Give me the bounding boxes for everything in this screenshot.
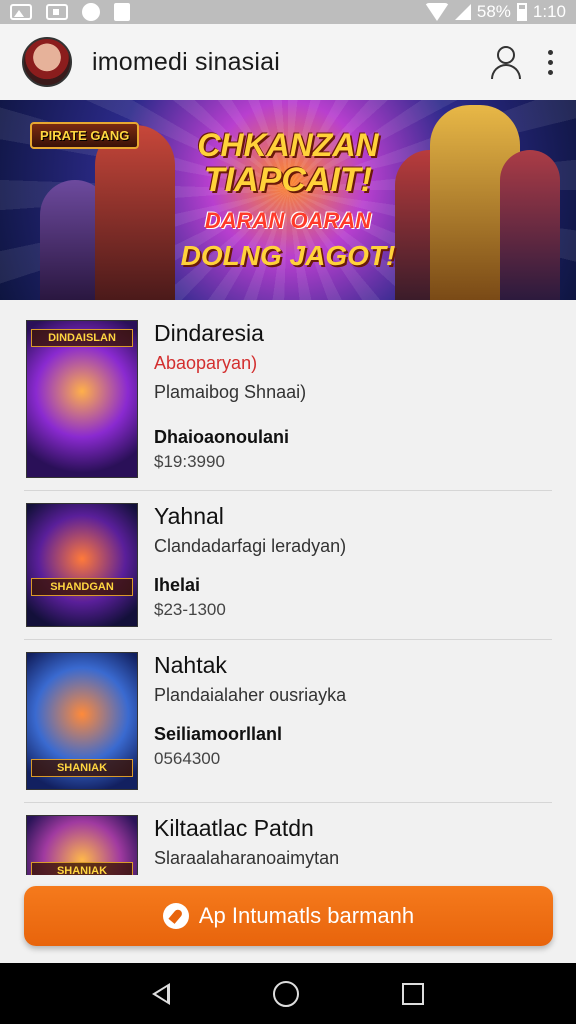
thumbnail-logo: SHANIAK (31, 759, 133, 777)
app-bar: imomedi sinasiai (0, 24, 576, 100)
game-name[interactable]: Yahnal (154, 503, 550, 530)
banner-character (95, 125, 175, 300)
banner-line-3: DARAN OARAN (204, 208, 372, 233)
game-thumbnail[interactable]: SHANIAK (26, 652, 138, 790)
game-subtitle: Plandaialaher ousriayka (154, 685, 347, 705)
more-options-icon[interactable] (546, 49, 554, 75)
app-actions (488, 44, 554, 80)
system-indicators: 58% 1:10 (424, 2, 566, 22)
game-subtitle: Clandadarfagi leradyan) (154, 536, 347, 556)
banner-line-2: TIAPCAIT! (203, 161, 373, 199)
game-subtitle: Abaoparyan) (154, 353, 258, 373)
thumbnail-logo: SHANDGAN (31, 578, 133, 596)
game-price: $23-1300 (154, 600, 226, 619)
clock: 1:10 (532, 2, 566, 21)
cta-area: Ap Intumatls barmanh (0, 875, 576, 963)
banner-character (500, 150, 560, 300)
game-label: Dhaioaonoulani (154, 427, 289, 447)
gallery-notification-icon (46, 4, 68, 20)
game-list[interactable]: DINDAISLAN Dindaresia Abaoparyan) Plamai… (0, 300, 576, 875)
notification-icons (10, 3, 130, 21)
battery-percent: 58% (476, 2, 511, 21)
list-item[interactable]: DINDAISLAN Dindaresia Abaoparyan) Plamai… (24, 300, 552, 491)
game-label: Ihelai (154, 575, 201, 595)
game-info: Dindaresia Abaoparyan) Plamaibog Shnaai)… (154, 320, 550, 478)
app-screen: 58% 1:10 imomedi sinasiai PIRATE GANG CH… (0, 0, 576, 1024)
chat-notification-icon (82, 3, 100, 21)
status-bar: 58% 1:10 (0, 0, 576, 24)
image-notification-icon (10, 4, 32, 20)
banner-headline: CHKANZAN TIAPCAIT! DARAN OARAN DOLNG JAG… (178, 128, 398, 272)
profile-icon[interactable] (488, 44, 524, 80)
avatar[interactable] (22, 37, 72, 87)
promo-banner[interactable]: PIRATE GANG CHKANZAN TIAPCAIT! DARAN OAR… (0, 100, 576, 300)
game-info: Nahtak Plandaialaher ousriayka Seiliamoo… (154, 652, 550, 790)
list-item[interactable]: SHANDGAN Yahnal Clandadarfagi leradyan) … (24, 491, 552, 640)
system-nav-bar (0, 963, 576, 1024)
list-item[interactable]: SHANIAK Nahtak Plandaialaher ousriayka S… (24, 640, 552, 803)
game-price: 0564300 (154, 749, 221, 768)
thumbnail-logo: SHANIAK (31, 862, 133, 875)
game-price: $19:3990 (154, 452, 225, 471)
banner-logo: PIRATE GANG (30, 122, 140, 149)
game-subtitle: Slaraalaharanoaimytan (154, 848, 340, 868)
wifi-icon (424, 3, 449, 21)
thumbnail-logo: DINDAISLAN (31, 329, 133, 347)
game-label: Seiliamoorllanl (154, 724, 283, 744)
battery-icon (516, 3, 527, 21)
game-info: Yahnal Clandadarfagi leradyan) Ihelai $2… (154, 503, 550, 627)
game-thumbnail[interactable]: SHANIAK (26, 815, 138, 875)
shopping-notification-icon (114, 3, 130, 21)
back-triangle-icon[interactable] (151, 982, 170, 1005)
game-thumbnail[interactable]: DINDAISLAN (26, 320, 138, 478)
signal-icon (454, 4, 471, 20)
game-name[interactable]: Dindaresia (154, 320, 550, 347)
app-title: imomedi sinasiai (92, 47, 280, 76)
banner-line-4: DOLNG JAGOT! (180, 240, 396, 271)
primary-action-label: Ap Intumatls barmanh (198, 903, 415, 928)
game-thumbnail[interactable]: SHANDGAN (26, 503, 138, 627)
game-name[interactable]: Kiltaatlac Patdn (154, 815, 550, 842)
game-name[interactable]: Nahtak (154, 652, 550, 679)
home-circle-icon[interactable] (272, 980, 299, 1007)
list-item[interactable]: SHANIAK Kiltaatlac Patdn Slaraalaharanoa… (24, 803, 552, 875)
game-info: Kiltaatlac Patdn Slaraalaharanoaimytan (154, 815, 550, 875)
recent-square-icon[interactable] (402, 982, 425, 1005)
primary-action-button[interactable]: Ap Intumatls barmanh (24, 886, 553, 946)
banner-line-1: CHKANZAN (197, 127, 379, 163)
game-detail: Plamaibog Shnaai) (154, 382, 307, 402)
compass-icon (162, 903, 189, 929)
